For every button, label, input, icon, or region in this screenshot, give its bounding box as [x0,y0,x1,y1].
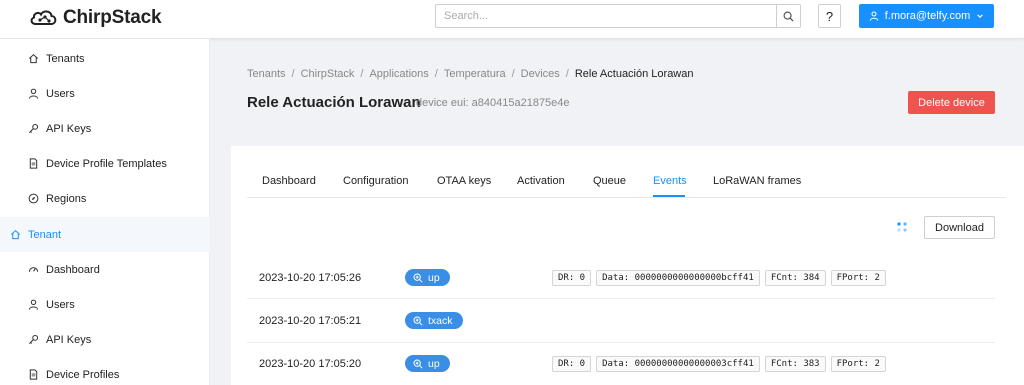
sidebar-group-tenant[interactable]: Tenant [0,217,210,252]
loading-spinner-icon [897,222,907,232]
page-title: Rele Actuación Lorawan [247,94,421,111]
event-chip-fport: FPort: 2 [830,356,886,372]
event-chip-dr: DR: 0 [552,270,592,286]
event-chip-fcnt: FCnt: 383 [764,356,826,372]
tab-configuration[interactable]: Configuration [343,175,408,187]
logo[interactable]: ChirpStack [28,4,162,32]
chevron-down-icon [977,14,984,18]
tab-lorawan-frames[interactable]: LoRaWAN frames [713,175,801,187]
sidebar-item-tenant-users[interactable]: Users [0,287,210,322]
compass-icon [27,193,39,205]
event-row[interactable]: 2023-10-20 17:05:21 txack [247,299,995,343]
sidebar-item-label: Regions [46,192,87,205]
search-icon [783,11,794,22]
zoom-in-icon [413,359,423,369]
zoom-in-icon [413,316,423,326]
tab-otaa-keys[interactable]: OTAA keys [437,175,491,187]
zoom-in-icon [413,273,423,283]
tab-dashboard[interactable]: Dashboard [262,175,316,187]
sidebar-item-label: Device Profile Templates [46,157,167,170]
event-chip-fport: FPort: 2 [830,270,886,286]
event-type-label: up [428,271,440,284]
dashboard-icon [27,264,39,276]
sidebar-item-label: API Keys [46,122,92,135]
key-icon [27,123,39,135]
tab-activation[interactable]: Activation [517,175,565,187]
key-icon [27,334,39,346]
sidebar-item-regions[interactable]: Regions [0,181,210,216]
logo-text: ChirpStack [63,7,162,28]
device-card: Dashboard Configuration OTAA keys Activa… [231,146,1024,385]
sidebar-item-dashboard[interactable]: Dashboard [0,252,210,287]
search-button[interactable] [776,5,800,27]
breadcrumb-separator: / [360,68,364,80]
user-icon [27,299,39,311]
breadcrumb-current: Rele Actuación Lorawan [574,68,694,80]
sidebar-item-tenants[interactable]: Tenants [0,41,210,76]
sidebar-item-device-profile-templates[interactable]: Device Profile Templates [0,146,210,181]
event-chip-data: Data: 00000000000000003cff41 [596,356,760,372]
event-type-label: txack [428,314,453,327]
document-icon [27,369,39,381]
sidebar-item-label: API Keys [46,333,92,346]
user-email: f.mora@telfy.com [884,10,971,22]
event-chip-data: Data: 0000000000000000bcff41 [596,270,760,286]
sidebar-item-label: Users [46,298,75,311]
breadcrumb-applications[interactable]: Applications [369,68,428,80]
sidebar-item-label: Dashboard [46,263,100,276]
event-time: 2023-10-20 17:05:20 [259,358,362,370]
breadcrumb-temperatura[interactable]: Temperatura [444,68,506,80]
delete-device-button[interactable]: Delete device [908,91,995,114]
event-chip-fcnt: FCnt: 384 [764,270,826,286]
breadcrumb-chirpstack[interactable]: ChirpStack [301,68,355,80]
event-time: 2023-10-20 17:05:21 [259,315,362,327]
breadcrumb-devices[interactable]: Devices [521,68,560,80]
device-eui: device eui: a840415a21875e4e [416,97,570,109]
user-icon [869,11,878,21]
sidebar-item-users[interactable]: Users [0,76,210,111]
sidebar-item-tenant-api-keys[interactable]: API Keys [0,322,210,357]
search-box [435,4,801,28]
event-row[interactable]: 2023-10-20 17:05:20 up DR: 0 Data: 00000… [247,343,995,385]
breadcrumb-separator: / [511,68,515,80]
sidebar-item-api-keys[interactable]: API Keys [0,111,210,146]
help-button[interactable]: ? [818,4,841,28]
sidebar-item-label: Device Profiles [46,368,120,381]
chirpstack-logo-icon [30,10,57,25]
event-type-tag[interactable]: txack [405,312,463,329]
tab-events[interactable]: Events [653,175,687,187]
breadcrumb: Tenants / ChirpStack / Applications / Tempe… [247,68,694,80]
event-type-label: up [428,357,440,370]
event-type-tag[interactable]: up [405,269,450,286]
breadcrumb-separator: / [291,68,295,80]
download-button[interactable]: Download [924,216,995,239]
event-chip-dr: DR: 0 [552,356,592,372]
sidebar-item-label: Tenant [28,228,62,241]
user-menu-button[interactable]: f.mora@telfy.com [859,4,994,28]
event-time: 2023-10-20 17:05:26 [259,272,362,284]
sidebar-item-label: Tenants [46,52,85,65]
tab-bar: Dashboard Configuration OTAA keys Activa… [247,146,1006,198]
breadcrumb-separator: / [434,68,438,80]
event-details: DR: 0 Data: 0000000000000000bcff41 FCnt:… [552,270,886,286]
breadcrumb-separator: / [565,68,569,80]
search-input[interactable] [436,5,776,27]
document-icon [27,158,39,170]
active-tab-indicator [653,195,685,197]
user-icon [27,88,39,100]
sidebar: Tenants Users API Keys Device Profile Te… [0,39,210,385]
event-type-tag[interactable]: up [405,355,450,372]
breadcrumb-tenants[interactable]: Tenants [247,68,286,80]
tab-queue[interactable]: Queue [593,175,626,187]
home-icon [9,229,21,241]
sidebar-item-device-profiles[interactable]: Device Profiles [0,357,210,385]
home-icon [27,53,39,65]
event-row[interactable]: 2023-10-20 17:05:26 up DR: 0 Data: 00000… [247,255,995,299]
sidebar-item-label: Users [46,87,75,100]
event-details: DR: 0 Data: 00000000000000003cff41 FCnt:… [552,356,886,372]
top-header: ChirpStack ? f.mora@telfy.com [0,0,1024,39]
